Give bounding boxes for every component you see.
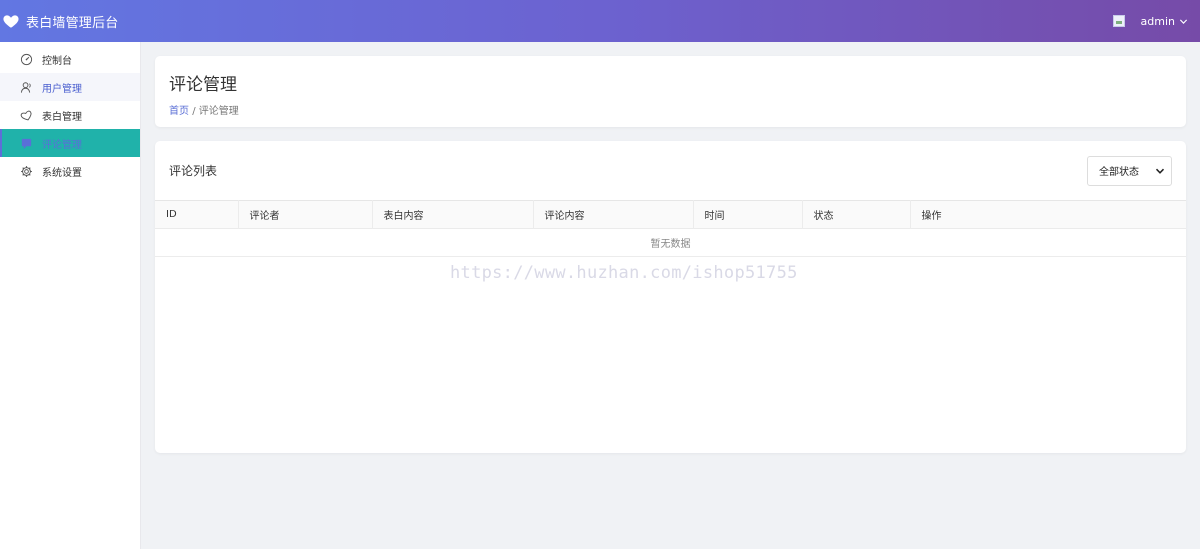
sidebar-item-comments[interactable]: 评论管理	[0, 129, 140, 157]
column-header: 时间	[693, 200, 803, 229]
sidebar-item-label: 用户管理	[42, 83, 82, 95]
column-header: 操作	[921, 211, 942, 222]
page-title: 评论管理	[169, 75, 237, 95]
status-filter-value: 全部状态	[1099, 167, 1139, 178]
column-header: 评论者	[238, 200, 373, 229]
status-filter-select[interactable]: 全部状态	[1087, 155, 1172, 186]
list-header: 评论列表 全部状态	[155, 141, 1186, 200]
sidebar-item-label: 控制台	[42, 55, 72, 67]
column-header: 表白内容	[372, 200, 534, 229]
avatar[interactable]	[1112, 15, 1125, 27]
brand[interactable]: 表白墙管理后台	[0, 0, 118, 42]
comments-table: ID 评论者 表白内容 评论内容 时间 状态 操作 暂无数据	[155, 200, 1186, 257]
sidebar-item-dashboard[interactable]: 控制台	[0, 45, 140, 73]
breadcrumb: 首页 / 评论管理	[169, 102, 1186, 117]
user-icon	[20, 81, 31, 93]
sidebar-item-confessions[interactable]: 表白管理	[0, 101, 140, 129]
chevron-down-icon[interactable]	[1179, 17, 1188, 26]
user-name[interactable]: admin	[1141, 15, 1175, 28]
user-menu[interactable]: admin	[1112, 15, 1200, 28]
chevron-down-icon	[1155, 168, 1165, 174]
breadcrumb-current: 评论管理	[198, 106, 239, 117]
breadcrumb-separator: /	[192, 106, 196, 117]
heart-outline-icon	[20, 110, 32, 120]
table-row: 暂无数据	[155, 229, 1186, 257]
comment-icon	[21, 138, 32, 149]
sidebar-item-label: 系统设置	[42, 167, 82, 179]
sidebar-item-users[interactable]: 用户管理	[0, 73, 140, 101]
sidebar-item-settings[interactable]: 系统设置	[0, 157, 140, 185]
top-header: 表白墙管理后台 admin	[0, 0, 1200, 42]
empty-state-text: 暂无数据	[650, 239, 691, 250]
breadcrumb-home-link[interactable]: 首页	[169, 106, 189, 117]
list-title: 评论列表	[169, 164, 218, 178]
watermark-text: https://www.huzhan.com/ishop51755	[450, 263, 798, 283]
gear-icon	[21, 165, 32, 177]
sidebar-item-label: 表白管理	[42, 111, 82, 123]
dashboard-icon	[20, 53, 33, 65]
sidebar-item-label: 评论管理	[42, 139, 82, 151]
table-header-row: ID 评论者 表白内容 评论内容 时间 状态 操作	[155, 200, 1186, 229]
column-header: 评论内容	[533, 200, 694, 229]
column-header: ID	[155, 200, 239, 229]
app-title: 表白墙管理后台	[26, 15, 119, 31]
page-header-card: 评论管理 首页 / 评论管理	[155, 56, 1186, 127]
column-header: 状态	[802, 200, 911, 229]
sidebar: 控制台 用户管理 表白管理 评论管理 系统设置	[0, 42, 141, 549]
heart-icon	[3, 15, 19, 28]
comment-list-card: 评论列表 全部状态 ID 评论者 表白内容 评论内容 时间 状态 操作 暂无数据	[155, 141, 1186, 453]
